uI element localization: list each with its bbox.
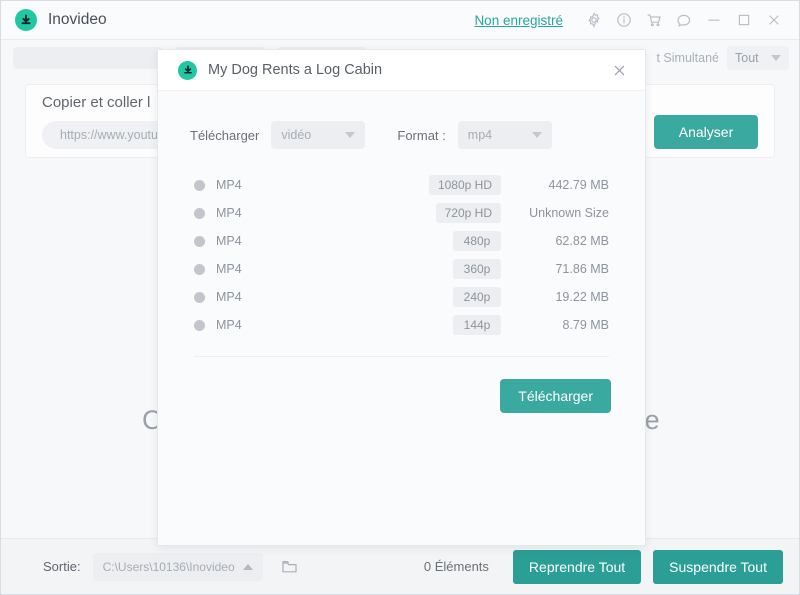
table-row[interactable]: MP4 360p 71.86 MB xyxy=(194,255,609,283)
dialog-body: Télécharger vidéo Format : mp4 MP4 1080p… xyxy=(158,121,645,413)
row-meta: 720p HD Unknown Size xyxy=(436,203,609,223)
radio-icon[interactable] xyxy=(194,208,205,219)
maximize-icon[interactable] xyxy=(729,5,759,35)
dialog-header: My Dog Rents a Log Cabin xyxy=(158,50,645,91)
row-meta: 240p 19.22 MB xyxy=(453,287,609,307)
row-size: 71.86 MB xyxy=(501,262,609,276)
quality-options-list: MP4 1080p HD 442.79 MB MP4 720p HD Unkno… xyxy=(194,171,609,339)
row-format: MP4 xyxy=(216,290,336,304)
row-quality: 360p xyxy=(453,259,501,279)
download-circle-icon xyxy=(178,61,197,80)
row-size: 62.82 MB xyxy=(501,234,609,248)
download-options-dialog: My Dog Rents a Log Cabin Télécharger vid… xyxy=(157,49,646,546)
row-quality: 480p xyxy=(453,231,501,251)
row-quality: 240p xyxy=(453,287,501,307)
row-size: 442.79 MB xyxy=(501,178,609,192)
radio-icon[interactable] xyxy=(194,236,205,247)
table-row[interactable]: MP4 1080p HD 442.79 MB xyxy=(194,171,609,199)
row-size: 8.79 MB xyxy=(501,318,609,332)
format-select[interactable]: mp4 xyxy=(458,121,552,149)
info-icon[interactable] xyxy=(609,5,639,35)
format-value: mp4 xyxy=(468,128,514,142)
output-label: Sortie: xyxy=(43,559,81,574)
row-format: MP4 xyxy=(216,262,336,276)
minimize-icon[interactable] xyxy=(699,5,729,35)
analyse-button[interactable]: Analyser xyxy=(654,115,758,149)
row-quality: 144p xyxy=(453,315,501,335)
table-row[interactable]: MP4 480p 62.82 MB xyxy=(194,227,609,255)
format-label: Format : xyxy=(397,128,445,143)
row-format: MP4 xyxy=(216,318,336,332)
row-size: 19.22 MB xyxy=(501,290,609,304)
items-count: 0 Éléments xyxy=(424,559,489,574)
dialog-selectors: Télécharger vidéo Format : mp4 xyxy=(190,121,645,149)
row-meta: 1080p HD 442.79 MB xyxy=(429,175,609,195)
simultaneous-label: t Simultané xyxy=(656,51,719,65)
simultaneous-select[interactable]: Tout xyxy=(727,46,789,70)
radio-icon[interactable] xyxy=(194,264,205,275)
title-bar-controls: Non enregistré xyxy=(474,5,789,35)
radio-icon[interactable] xyxy=(194,292,205,303)
output-path-select[interactable]: C:\Users\10136\Inovideo xyxy=(93,553,263,581)
gear-icon[interactable] xyxy=(579,5,609,35)
radio-icon[interactable] xyxy=(194,320,205,331)
close-icon[interactable] xyxy=(607,58,631,82)
simultaneous-value: Tout xyxy=(735,51,771,65)
radio-icon[interactable] xyxy=(194,180,205,191)
row-size: Unknown Size xyxy=(501,206,609,220)
url-card-title: Copier et coller l xyxy=(42,94,150,111)
app-brand: Inovideo xyxy=(15,9,107,31)
pause-all-button[interactable]: Suspendre Tout xyxy=(653,550,783,584)
download-type-select[interactable]: vidéo xyxy=(271,121,365,149)
simultaneous-downloads-control: t Simultané Tout xyxy=(656,46,789,70)
resume-all-button[interactable]: Reprendre Tout xyxy=(513,550,641,584)
dialog-divider xyxy=(194,356,609,357)
download-type-label: Télécharger xyxy=(190,128,259,143)
output-path-value: C:\Users\10136\Inovideo xyxy=(103,560,239,574)
row-format: MP4 xyxy=(216,234,336,248)
download-circle-icon xyxy=(15,9,37,31)
chevron-down-icon xyxy=(771,55,781,61)
row-format: MP4 xyxy=(216,178,336,192)
chat-icon[interactable] xyxy=(669,5,699,35)
app-title: Inovideo xyxy=(48,11,107,29)
app-window: Inovideo Non enregistré xyxy=(0,0,800,595)
row-quality: 720p HD xyxy=(436,203,501,223)
folder-icon[interactable] xyxy=(277,554,303,580)
download-button[interactable]: Télécharger xyxy=(500,379,611,413)
download-type-value: vidéo xyxy=(281,128,327,142)
row-meta: 360p 71.86 MB xyxy=(453,259,609,279)
dialog-title: My Dog Rents a Log Cabin xyxy=(208,62,382,78)
bottom-bar: Sortie: C:\Users\10136\Inovideo 0 Élémen… xyxy=(1,538,800,594)
close-icon[interactable] xyxy=(759,5,789,35)
cart-icon[interactable] xyxy=(639,5,669,35)
row-meta: 480p 62.82 MB xyxy=(453,231,609,251)
dialog-actions: Télécharger xyxy=(158,379,611,413)
chevron-up-icon xyxy=(243,564,253,570)
toolbar-tab-1[interactable] xyxy=(13,47,163,69)
chevron-down-icon xyxy=(345,132,355,138)
chevron-down-icon xyxy=(532,132,542,138)
table-row[interactable]: MP4 144p 8.79 MB xyxy=(194,311,609,339)
row-format: MP4 xyxy=(216,206,336,220)
table-row[interactable]: MP4 240p 19.22 MB xyxy=(194,283,609,311)
title-bar: Inovideo Non enregistré xyxy=(1,1,800,40)
register-link[interactable]: Non enregistré xyxy=(474,13,563,28)
row-quality: 1080p HD xyxy=(429,175,501,195)
row-meta: 144p 8.79 MB xyxy=(453,315,609,335)
table-row[interactable]: MP4 720p HD Unknown Size xyxy=(194,199,609,227)
